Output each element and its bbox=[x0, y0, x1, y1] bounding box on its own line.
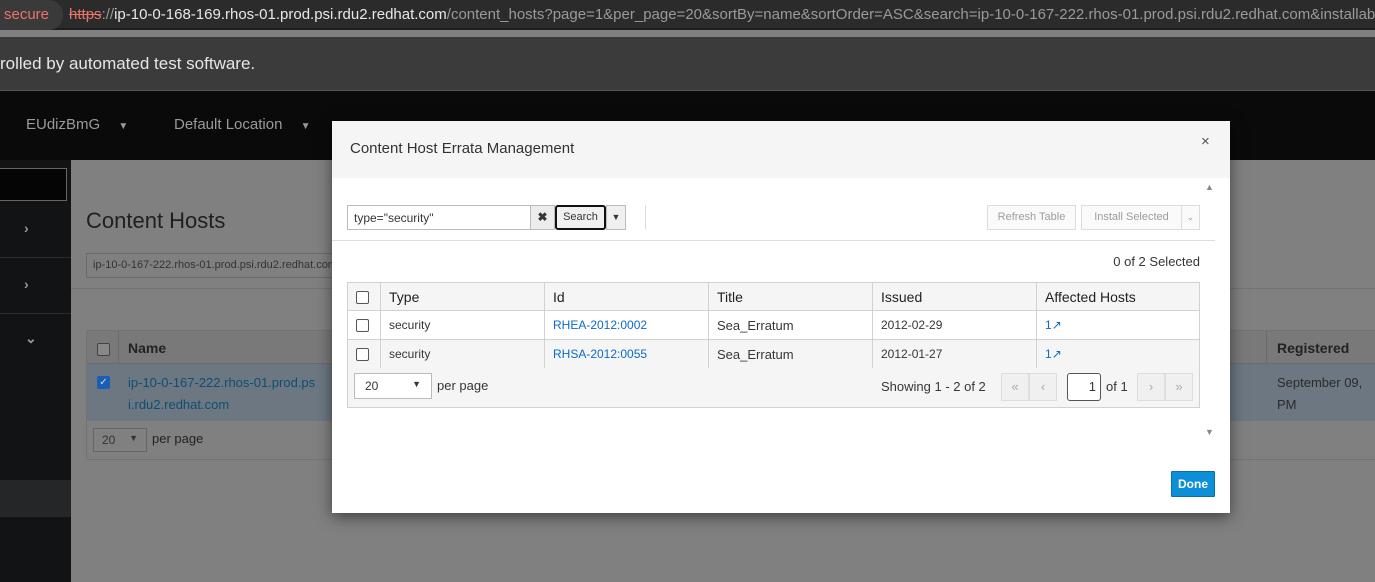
column-title[interactable]: Title bbox=[708, 282, 873, 311]
divider bbox=[645, 205, 646, 229]
column-id[interactable]: Id bbox=[544, 282, 709, 311]
modal-title: Content Host Errata Management bbox=[350, 140, 575, 157]
per-page-select[interactable]: 20 ▼ bbox=[354, 373, 432, 399]
table-row: security RHEA-2012:0002 Sea_Erratum 2012… bbox=[347, 310, 1200, 340]
select-all-checkbox[interactable] bbox=[356, 291, 369, 305]
host-link[interactable]: ip-10-0-167-222.rhos-01.prod.psi.rdu2.re… bbox=[128, 372, 318, 416]
registered-time: PM bbox=[1277, 397, 1297, 412]
errata-table: Type Id Title Issued Affected Hosts secu… bbox=[347, 282, 1200, 369]
caret-down-icon: ▼ bbox=[118, 121, 129, 132]
automation-infobar: rolled by automated test software. bbox=[0, 37, 1375, 91]
errata-id-link[interactable]: RHEA-2012:0002 bbox=[553, 318, 647, 332]
chevron-down-icon[interactable]: ⌄ bbox=[1181, 205, 1200, 230]
issued-cell: 2012-01-27 bbox=[872, 339, 1037, 369]
search-button[interactable]: Search bbox=[555, 205, 606, 230]
type-cell: security bbox=[380, 339, 545, 369]
column-name[interactable]: Name bbox=[128, 340, 166, 356]
pagination-footer: 20 ▼ per page Showing 1 - 2 of 2 « ‹ 1 of… bbox=[347, 368, 1200, 408]
per-page-select[interactable]: 20 ▼ bbox=[93, 428, 147, 452]
errata-modal: Content Host Errata Management × ▲ ▼ typ… bbox=[332, 121, 1230, 513]
url-scheme: https bbox=[69, 6, 102, 23]
clear-search-icon[interactable]: ✖ bbox=[530, 205, 555, 230]
column-issued[interactable]: Issued bbox=[872, 282, 1037, 311]
selected-count: 0 of 2 Selected bbox=[1113, 254, 1200, 269]
registered-cell: September 09, PM bbox=[1277, 372, 1362, 416]
security-indicator[interactable]: secure bbox=[0, 0, 64, 30]
chevron-down-icon[interactable]: ⌄ bbox=[25, 330, 37, 347]
chevron-right-icon[interactable]: › bbox=[24, 276, 29, 292]
column-affected-hosts[interactable]: Affected Hosts bbox=[1036, 282, 1200, 311]
sidebar-search-input[interactable] bbox=[0, 168, 67, 201]
affected-hosts-link[interactable]: 1↗ bbox=[1045, 318, 1062, 332]
errata-id-link[interactable]: RHSA-2012:0055 bbox=[553, 347, 647, 361]
install-selected-button[interactable]: Install Selected bbox=[1081, 205, 1182, 230]
table-row: security RHSA-2012:0055 Sea_Erratum 2012… bbox=[347, 339, 1200, 369]
divider bbox=[0, 257, 71, 258]
address-bar[interactable]: secure https://ip-10-0-168-169.rhos-01.pr… bbox=[0, 0, 1375, 30]
title-cell: Sea_Erratum bbox=[708, 310, 873, 340]
type-cell: security bbox=[380, 310, 545, 340]
caret-down-icon: ▼ bbox=[300, 121, 311, 132]
location-label: Default Location bbox=[174, 116, 283, 133]
select-all-checkbox[interactable] bbox=[97, 343, 110, 356]
url-path: /content_hosts?page=1&per_page=20&sortBy… bbox=[446, 6, 1375, 23]
scroll-up-icon[interactable]: ▲ bbox=[1205, 182, 1214, 192]
refresh-table-button[interactable]: Refresh Table bbox=[987, 205, 1076, 230]
next-page-button[interactable]: › bbox=[1137, 373, 1165, 401]
url-host: ip-10-0-168-169.rhos-01.prod.psi.rdu2.re… bbox=[114, 6, 447, 23]
location-dropdown[interactable]: Default Location ▼ bbox=[174, 116, 310, 133]
modal-header: Content Host Errata Management × bbox=[332, 121, 1230, 178]
per-page-label: per page bbox=[152, 431, 204, 446]
scroll-down-icon[interactable]: ▼ bbox=[1205, 427, 1214, 437]
organization-dropdown[interactable]: EUdizBmG ▼ bbox=[26, 116, 128, 133]
errata-search-input[interactable]: type="security" bbox=[347, 205, 531, 230]
url-sep: :// bbox=[101, 6, 115, 23]
column-type[interactable]: Type bbox=[380, 282, 545, 311]
page-title: Content Hosts bbox=[86, 208, 226, 233]
showing-count: Showing 1 - 2 of 2 bbox=[881, 379, 986, 394]
column-registered[interactable]: Registered bbox=[1277, 340, 1349, 356]
prev-page-button[interactable]: ‹ bbox=[1029, 373, 1057, 401]
row-checkbox[interactable] bbox=[356, 348, 369, 362]
external-link-icon: ↗ bbox=[1051, 318, 1062, 332]
first-page-button[interactable]: « bbox=[1001, 373, 1029, 401]
sidebar-item-active[interactable] bbox=[0, 480, 71, 517]
title-cell: Sea_Erratum bbox=[708, 339, 873, 369]
caret-down-icon[interactable]: ▼ bbox=[606, 205, 626, 230]
sidebar: › › ⌄ bbox=[0, 160, 71, 582]
row-checkbox-checked[interactable]: ✓ bbox=[97, 376, 110, 389]
chevron-right-icon[interactable]: › bbox=[24, 220, 29, 236]
divider bbox=[0, 313, 71, 314]
done-button[interactable]: Done bbox=[1171, 471, 1215, 497]
page-input[interactable]: 1 bbox=[1067, 373, 1101, 401]
table-header: Type Id Title Issued Affected Hosts bbox=[347, 282, 1200, 311]
organization-label: EUdizBmG bbox=[26, 116, 101, 133]
divider bbox=[332, 240, 1215, 241]
affected-hosts-link[interactable]: 1↗ bbox=[1045, 347, 1062, 361]
close-icon[interactable]: × bbox=[1201, 133, 1210, 150]
last-page-button[interactable]: » bbox=[1165, 373, 1193, 401]
external-link-icon: ↗ bbox=[1051, 347, 1062, 361]
per-page-label: per page bbox=[437, 378, 489, 393]
issued-cell: 2012-02-29 bbox=[872, 310, 1037, 340]
row-checkbox[interactable] bbox=[356, 319, 369, 333]
page-of: of 1 bbox=[1106, 379, 1128, 394]
registered-date: September 09, bbox=[1277, 375, 1363, 390]
